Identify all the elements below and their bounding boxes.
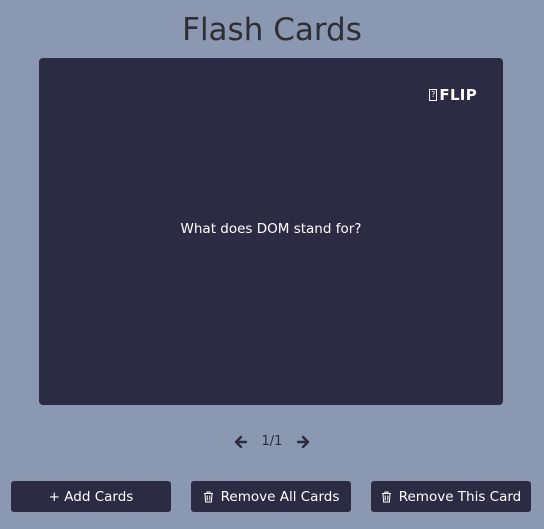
flip-button[interactable]: ? FLIP (429, 86, 477, 104)
arrow-right-icon[interactable] (296, 435, 310, 449)
page-indicator: 1/1 (261, 434, 283, 449)
add-cards-label: + Add Cards (48, 488, 134, 505)
flip-icon: ? (429, 89, 438, 101)
add-cards-button[interactable]: + Add Cards (11, 481, 171, 512)
remove-all-cards-label: Remove All Cards (220, 488, 340, 505)
remove-this-card-button[interactable]: Remove This Card (371, 481, 531, 512)
card-question: What does DOM stand for? (180, 221, 362, 237)
arrow-left-icon[interactable] (234, 435, 248, 449)
trash-icon (203, 491, 214, 503)
remove-this-card-label: Remove This Card (398, 488, 522, 505)
trash-icon (381, 491, 392, 503)
flip-label: FLIP (439, 86, 477, 104)
card-pager: 1/1 (0, 434, 544, 449)
page-title: Flash Cards (182, 12, 362, 48)
flash-card[interactable]: ? FLIP What does DOM stand for? (39, 58, 503, 405)
remove-all-cards-button[interactable]: Remove All Cards (191, 481, 351, 512)
